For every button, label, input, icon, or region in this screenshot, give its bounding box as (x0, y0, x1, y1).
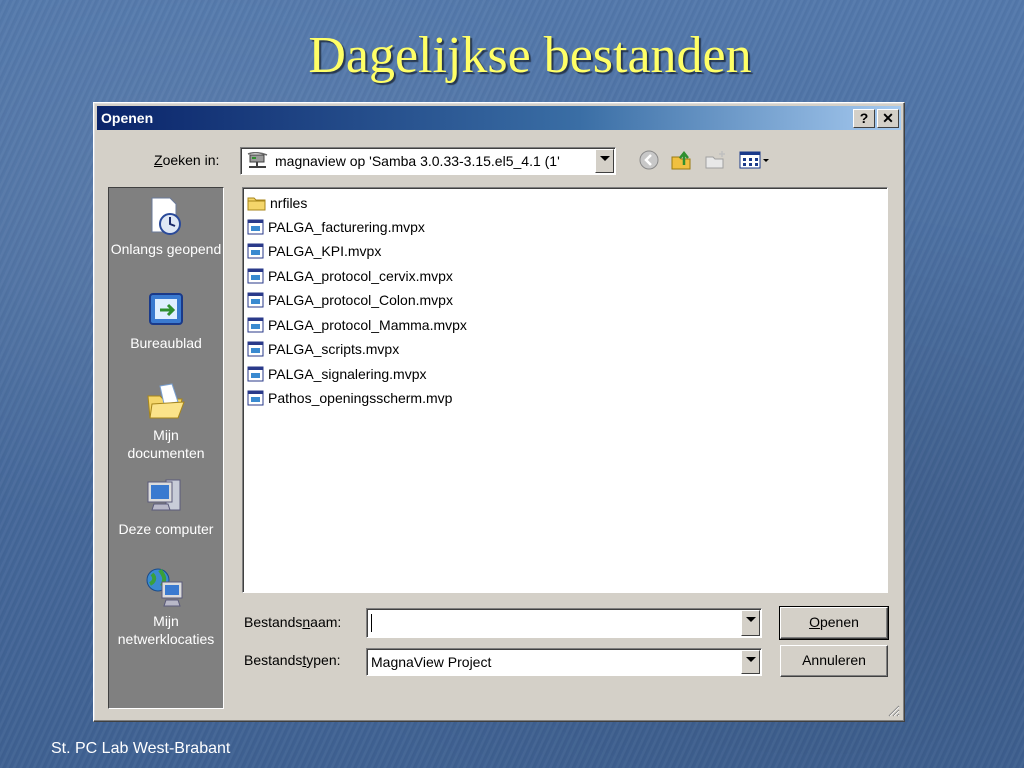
list-item[interactable]: PALGA_scripts.mvpx (247, 339, 399, 359)
list-item[interactable]: PALGA_KPI.mvpx (247, 241, 381, 261)
look-in-label: Zoeken in: (154, 152, 220, 168)
mvpx-file-icon (247, 268, 264, 284)
filetype-label: Bestandstypen: (244, 652, 341, 668)
help-button[interactable]: ? (853, 109, 875, 128)
look-in-dropdown[interactable]: magnaview op 'Samba 3.0.33-3.15.el5_4.1 … (240, 147, 616, 175)
place-network[interactable]: Mijn netwerklocaties (109, 566, 223, 648)
look-in-value: magnaview op 'Samba 3.0.33-3.15.el5_4.1 … (275, 153, 560, 169)
filename-dropdown-arrow[interactable] (741, 610, 760, 636)
filetype-dropdown-arrow[interactable] (741, 650, 760, 674)
list-item[interactable]: PALGA_protocol_Colon.mvpx (247, 290, 453, 310)
slide-title: Dagelijkse bestanden (308, 27, 752, 84)
places-bar: Onlangs geopend Bureaublad Mijn document… (108, 187, 224, 709)
view-menu-icon[interactable] (738, 149, 772, 171)
mvpx-file-icon (247, 341, 264, 357)
new-folder-icon[interactable] (704, 149, 728, 171)
open-button[interactable]: Openen (779, 606, 889, 640)
place-my-documents[interactable]: Mijn documenten (109, 380, 223, 462)
mvpx-file-icon (247, 243, 264, 259)
recent-documents-icon (151, 197, 181, 235)
file-list[interactable]: nrfiles PALGA_facturering.mvpx PALGA_KPI… (242, 187, 888, 593)
resize-grip-icon[interactable] (886, 703, 900, 717)
mvpx-file-icon (247, 317, 264, 333)
folder-icon (247, 197, 266, 211)
mvpx-file-icon (247, 219, 264, 235)
text-cursor (371, 614, 372, 632)
open-file-dialog: Openen ? ✕ Zoeken in: magnaview op 'Samb… (93, 102, 905, 722)
list-item[interactable]: Pathos_openingsscherm.mvp (247, 388, 452, 408)
list-item[interactable]: nrfiles (247, 193, 307, 213)
up-folder-icon[interactable] (670, 149, 694, 171)
list-item[interactable]: PALGA_protocol_Mamma.mvpx (247, 315, 467, 335)
back-icon[interactable] (638, 149, 660, 171)
desktop-icon (149, 293, 183, 325)
list-item[interactable]: PALGA_signalering.mvpx (247, 364, 426, 384)
dialog-titlebar[interactable]: Openen ? ✕ (97, 106, 901, 130)
slide-footer: St. PC Lab West-Brabant (51, 740, 231, 757)
list-item[interactable]: PALGA_protocol_cervix.mvpx (247, 266, 453, 286)
my-documents-icon (147, 383, 185, 419)
close-icon: ✕ (882, 110, 894, 126)
network-drive-icon (247, 152, 268, 168)
mvpx-file-icon (247, 292, 264, 308)
cancel-button[interactable]: Annuleren (780, 645, 888, 677)
list-item[interactable]: PALGA_facturering.mvpx (247, 217, 425, 237)
filetype-value: MagnaView Project (371, 654, 492, 670)
mvpx-file-icon (247, 366, 264, 382)
dialog-title: Openen (101, 110, 154, 126)
look-in-dropdown-arrow[interactable] (595, 149, 614, 173)
filename-label: Bestandsnaam: (244, 614, 342, 630)
close-button[interactable]: ✕ (877, 109, 899, 128)
place-my-computer[interactable]: Deze computer (109, 474, 223, 538)
network-places-icon (146, 568, 183, 607)
my-computer-icon (147, 479, 181, 511)
place-recent[interactable]: Onlangs geopend (109, 194, 223, 258)
filetype-dropdown[interactable]: MagnaView Project (366, 648, 762, 676)
place-desktop[interactable]: Bureaublad (109, 288, 223, 352)
mvp-file-icon (247, 390, 264, 406)
filename-input[interactable] (366, 608, 762, 638)
